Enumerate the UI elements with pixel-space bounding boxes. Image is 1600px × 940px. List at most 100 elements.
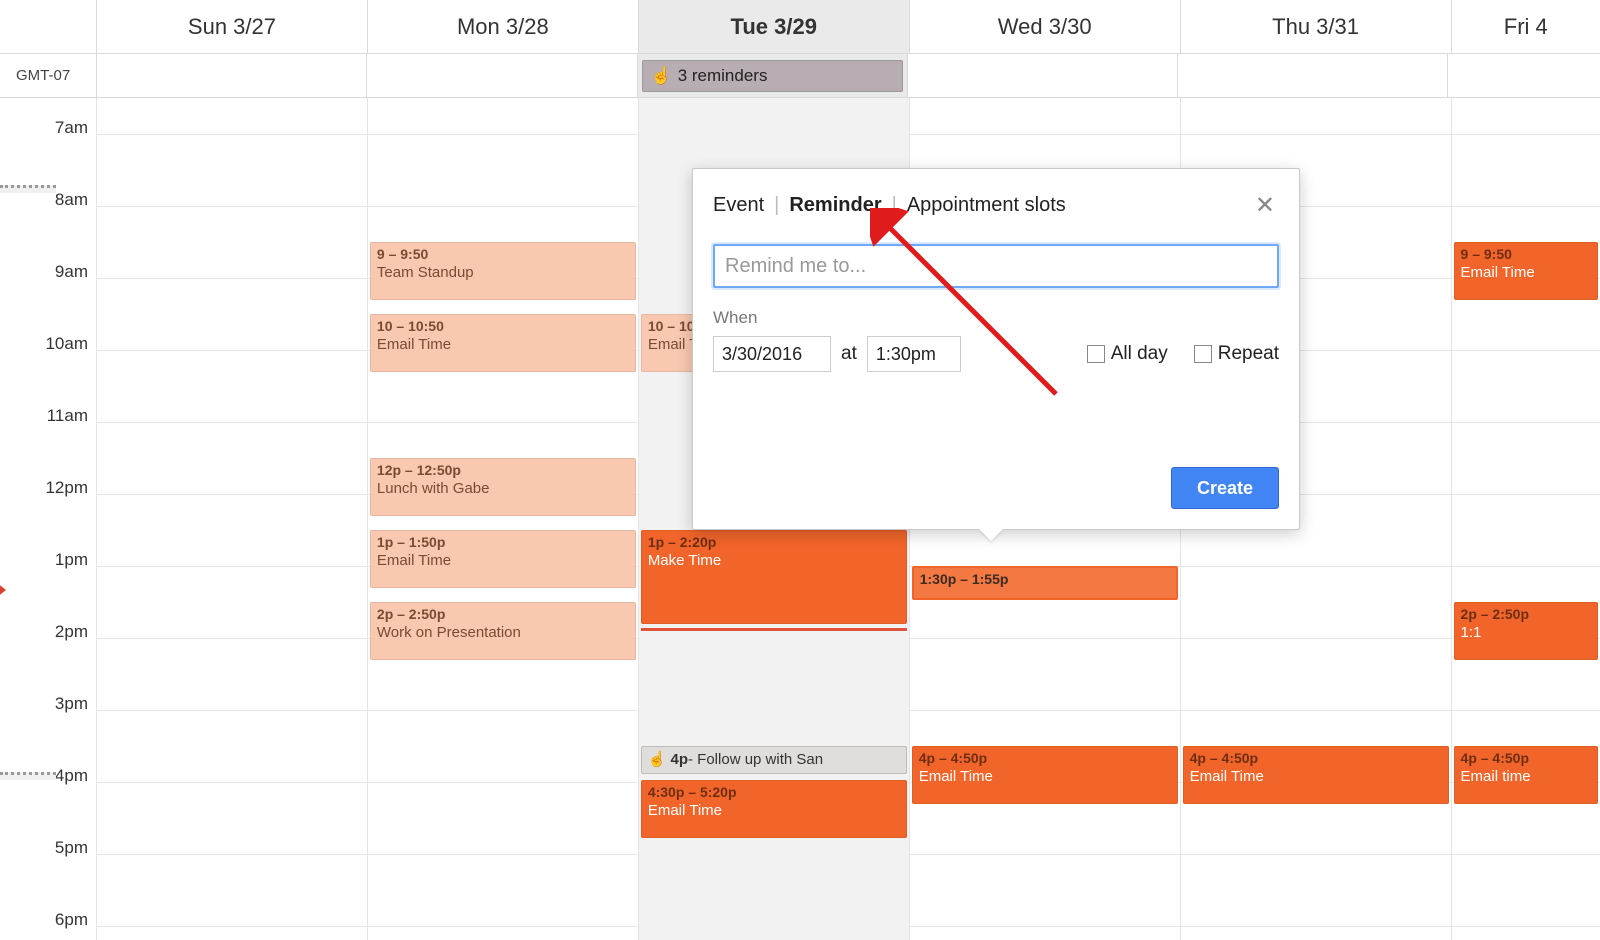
close-icon[interactable]: ✕ — [1251, 187, 1279, 224]
reminder-chip-label: 3 reminders — [678, 66, 768, 86]
calendar-week-view: Sun 3/27 Mon 3/28 Tue 3/29 Wed 3/30 Thu … — [0, 0, 1600, 940]
day-col-sun[interactable] — [96, 98, 367, 940]
event-time: 4p – 4:50p — [919, 750, 1171, 768]
event-title: Lunch with Gabe — [377, 480, 629, 499]
tab-separator: | — [892, 194, 897, 217]
event-title: - Follow up with San — [688, 751, 823, 770]
event-block[interactable]: 10 – 10:50 Email Time — [370, 314, 636, 372]
allday-fri[interactable] — [1447, 54, 1600, 97]
event-time: 1p – 1:50p — [377, 534, 629, 552]
reminder-title-input[interactable] — [713, 244, 1279, 288]
checkbox-icon — [1087, 345, 1105, 363]
event-time: 12p – 12:50p — [377, 462, 629, 480]
checkbox-icon — [1194, 345, 1212, 363]
allday-label: All day — [1111, 343, 1168, 365]
event-time: 4p – 4:50p — [1461, 750, 1591, 768]
date-input[interactable] — [713, 336, 831, 372]
at-label: at — [841, 343, 857, 365]
event-block[interactable]: 9 – 9:50 Team Standup — [370, 242, 636, 300]
time-input[interactable] — [867, 336, 961, 372]
event-time: 9 – 9:50 — [377, 246, 629, 264]
reminder-event[interactable]: ☝ 4p - Follow up with San — [641, 746, 907, 774]
popup-body: When at All day Repeat — [693, 234, 1299, 392]
repeat-label: Repeat — [1218, 343, 1279, 365]
popup-header: Event | Reminder | Appointment slots ✕ — [693, 169, 1299, 234]
hour-2pm: 2pm — [0, 566, 96, 638]
event-title: Email time — [1461, 768, 1591, 787]
event-block-new[interactable]: 1:30p – 1:55p — [912, 566, 1178, 600]
hour-10am: 10am — [0, 278, 96, 350]
day-header-wed[interactable]: Wed 3/30 — [909, 0, 1180, 53]
event-block[interactable]: 4:30p – 5:20p Email Time — [641, 780, 907, 838]
tab-separator: | — [774, 194, 779, 217]
allday-tue[interactable]: ☝ 3 reminders — [637, 54, 907, 97]
allday-wed[interactable] — [907, 54, 1177, 97]
event-title: Make Time — [648, 552, 900, 571]
reminder-chip[interactable]: ☝ 3 reminders — [642, 60, 903, 92]
event-block[interactable]: 2p – 2:50p 1:1 — [1454, 602, 1598, 660]
event-time: 10 – 10:50 — [377, 318, 629, 336]
day-header-tue[interactable]: Tue 3/29 — [638, 0, 909, 53]
event-title: Email Time — [377, 552, 629, 571]
hour-8am: 8am — [0, 134, 96, 206]
day-header-sun[interactable]: Sun 3/27 — [96, 0, 367, 53]
timezone-label: GMT-07 — [0, 54, 96, 97]
event-title: 1:1 — [1461, 624, 1591, 643]
event-time: 2p – 2:50p — [377, 606, 629, 624]
hour-1pm: 1pm — [0, 494, 96, 566]
event-time: 4p — [671, 751, 689, 770]
now-line — [641, 628, 907, 631]
allday-checkbox[interactable]: All day — [1087, 343, 1168, 365]
hour-5pm: 5pm — [0, 782, 96, 854]
event-block[interactable]: 12p – 12:50p Lunch with Gabe — [370, 458, 636, 516]
event-block[interactable]: 4p – 4:50p Email time — [1454, 746, 1598, 804]
create-popup: Event | Reminder | Appointment slots ✕ W… — [692, 168, 1300, 530]
time-column: 7am 8am 9am 10am 11am 12pm 1pm 2pm 3pm 4… — [0, 98, 96, 940]
hand-icon: ☝ — [651, 66, 672, 86]
event-block[interactable]: 4p – 4:50p Email Time — [1183, 746, 1449, 804]
allday-mon[interactable] — [366, 54, 636, 97]
allday-row: GMT-07 ☝ 3 reminders — [0, 54, 1600, 98]
event-block[interactable]: 1p – 1:50p Email Time — [370, 530, 636, 588]
hour-7am: 7am — [0, 98, 96, 134]
event-title: Email Time — [377, 336, 629, 355]
day-col-mon[interactable]: 9 – 9:50 Team Standup 10 – 10:50 Email T… — [367, 98, 638, 940]
hand-icon: ☝ — [648, 751, 667, 770]
event-time: 1:30p – 1:55p — [920, 571, 1170, 589]
event-title: Email Time — [1190, 768, 1442, 787]
day-header-fri[interactable]: Fri 4 — [1451, 0, 1600, 53]
event-title: Email Time — [919, 768, 1171, 787]
event-block[interactable]: 1p – 2:20p Make Time — [641, 530, 907, 624]
event-time: 9 – 9:50 — [1461, 246, 1591, 264]
hour-3pm: 3pm — [0, 638, 96, 710]
tab-reminder[interactable]: Reminder — [789, 194, 881, 217]
event-title: Email Time — [648, 802, 900, 821]
day-header-thu[interactable]: Thu 3/31 — [1180, 0, 1451, 53]
create-button[interactable]: Create — [1171, 467, 1279, 509]
allday-thu[interactable] — [1177, 54, 1447, 97]
event-block[interactable]: 4p – 4:50p Email Time — [912, 746, 1178, 804]
tz-header-spacer — [0, 0, 96, 53]
event-time: 1p – 2:20p — [648, 534, 900, 552]
hour-6pm: 6pm — [0, 854, 96, 926]
allday-sun[interactable] — [96, 54, 366, 97]
event-block[interactable]: 9 – 9:50 Email Time — [1454, 242, 1598, 300]
hour-9am: 9am — [0, 206, 96, 278]
event-title: Email Time — [1461, 264, 1591, 283]
event-title: Team Standup — [377, 264, 629, 283]
tab-appointment[interactable]: Appointment slots — [907, 194, 1066, 217]
hour-11am: 11am — [0, 350, 96, 422]
now-indicator-icon — [0, 582, 8, 606]
dotted-marker — [0, 772, 56, 780]
event-title: Work on Presentation — [377, 624, 629, 643]
when-label: When — [713, 308, 1279, 328]
popup-tabs: Event | Reminder | Appointment slots — [713, 194, 1066, 217]
tab-event[interactable]: Event — [713, 194, 764, 217]
when-row: at All day Repeat — [713, 336, 1279, 372]
day-header-row: Sun 3/27 Mon 3/28 Tue 3/29 Wed 3/30 Thu … — [0, 0, 1600, 54]
day-col-fri[interactable]: 9 – 9:50 Email Time 2p – 2:50p 1:1 4p – … — [1451, 98, 1600, 940]
event-time: 4p – 4:50p — [1190, 750, 1442, 768]
event-block[interactable]: 2p – 2:50p Work on Presentation — [370, 602, 636, 660]
repeat-checkbox[interactable]: Repeat — [1194, 343, 1279, 365]
day-header-mon[interactable]: Mon 3/28 — [367, 0, 638, 53]
